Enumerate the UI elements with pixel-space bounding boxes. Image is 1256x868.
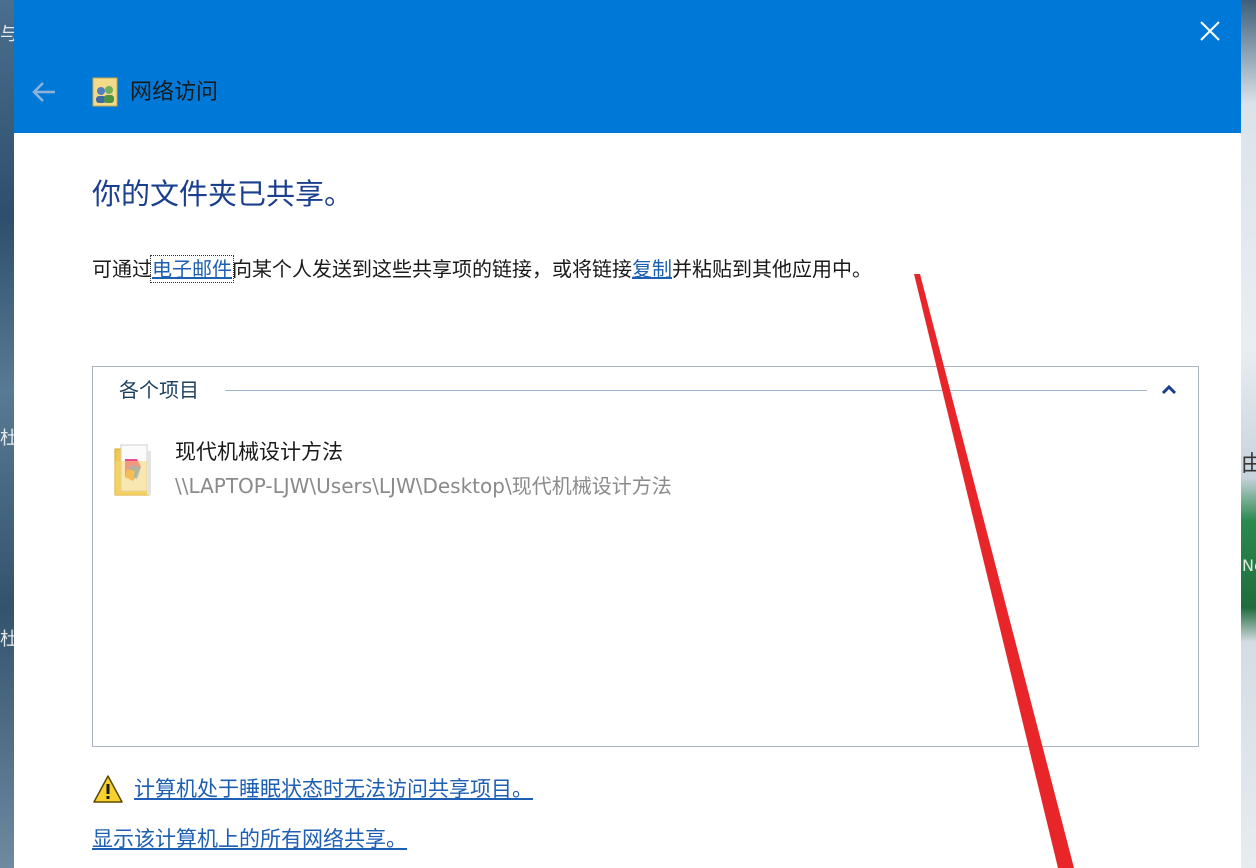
- email-link[interactable]: 电子邮件: [150, 255, 234, 283]
- page-heading: 你的文件夹已共享。: [92, 177, 354, 211]
- sleep-warning-link[interactable]: 计算机处于睡眠状态时无法访问共享项目。: [134, 774, 533, 804]
- group-divider: [225, 390, 1147, 391]
- copy-link[interactable]: 复制: [632, 257, 672, 281]
- description-text: 并粘贴到其他应用中。: [672, 257, 872, 281]
- window-title: 网络访问: [130, 80, 219, 105]
- close-icon: [1200, 21, 1220, 41]
- group-label: 各个项目: [119, 378, 199, 402]
- description-text: 向某个人发送到这些共享项的链接，或将链接: [232, 257, 632, 281]
- share-description: 可通过电子邮件向某个人发送到这些共享项的链接，或将链接复制并粘贴到其他应用中。: [92, 254, 872, 284]
- collapse-button[interactable]: [1158, 379, 1180, 401]
- background-glyph: Ne: [1242, 556, 1256, 575]
- network-access-dialog: 网络访问 你的文件夹已共享。 可通过电子邮件向某个人发送到这些共享项的链接，或将…: [14, 0, 1241, 868]
- description-text: 可通过: [92, 257, 152, 281]
- chevron-up-icon: [1161, 385, 1177, 395]
- show-all-shares-link[interactable]: 显示该计算机上的所有网络共享。: [92, 824, 407, 854]
- item-name: 现代机械设计方法: [175, 440, 343, 464]
- desktop-background-right: [1240, 0, 1256, 868]
- folder-icon: [114, 444, 151, 496]
- title-bar: 网络访问: [14, 0, 1241, 133]
- item-path: \\LAPTOP-LJW\Users\LJW\Desktop\现代机械设计方法: [175, 474, 672, 498]
- back-arrow-icon: [32, 82, 55, 102]
- background-glyph: 由: [1241, 452, 1256, 477]
- network-access-icon: [92, 77, 118, 107]
- close-button[interactable]: [1179, 0, 1241, 62]
- list-item[interactable]: 现代机械设计方法 \\LAPTOP-LJW\Users\LJW\Desktop\…: [111, 437, 1171, 501]
- back-button[interactable]: [28, 76, 60, 108]
- shared-items-group: 各个项目 现代机械设计方法 \\LAPTOP-LJW\Users\LJW\Des…: [92, 366, 1199, 747]
- warning-icon: [93, 775, 123, 803]
